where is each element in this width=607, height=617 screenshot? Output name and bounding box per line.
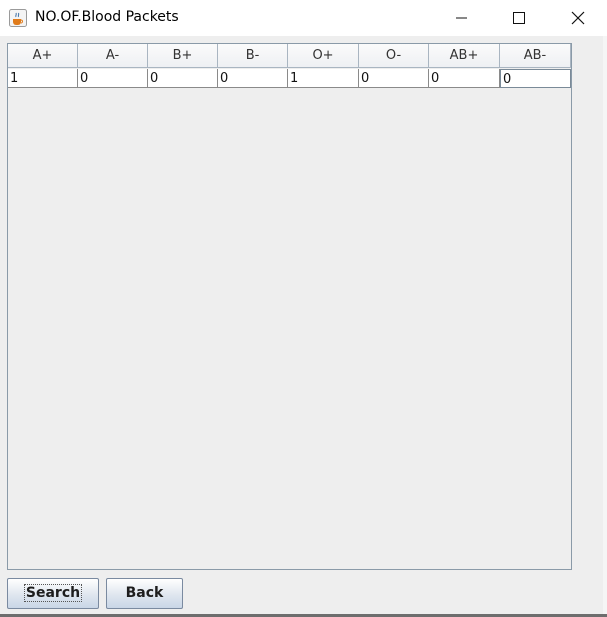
- table-cell[interactable]: 0: [148, 69, 218, 88]
- column-header-ab-pos[interactable]: AB+: [429, 44, 500, 68]
- table-header: A+ A- B+ B- O+ O- AB+ AB-: [8, 44, 571, 69]
- column-header-ab-neg[interactable]: AB-: [500, 44, 571, 68]
- java-coffee-icon: [9, 9, 27, 27]
- close-button[interactable]: [549, 0, 607, 36]
- application-window: NO.OF.Blood Packets A+ A- B+ B- O+ O- AB…: [0, 0, 607, 617]
- column-header-b-neg[interactable]: B-: [218, 44, 288, 68]
- column-header-a-pos[interactable]: A+: [8, 44, 78, 68]
- table-cell[interactable]: 0: [429, 69, 500, 88]
- table-cell-selected[interactable]: 0: [500, 69, 571, 88]
- column-header-a-neg[interactable]: A-: [78, 44, 148, 68]
- column-header-o-pos[interactable]: O+: [288, 44, 359, 68]
- column-header-b-pos[interactable]: B+: [148, 44, 218, 68]
- table-cell[interactable]: 1: [288, 69, 359, 88]
- table-cell[interactable]: 0: [218, 69, 288, 88]
- search-button-label: Search: [23, 584, 83, 602]
- table-cell[interactable]: 1: [8, 69, 78, 88]
- maximize-button[interactable]: [491, 0, 549, 36]
- table-cell[interactable]: 0: [359, 69, 429, 88]
- search-button[interactable]: Search: [7, 578, 99, 609]
- minimize-button[interactable]: [433, 0, 491, 36]
- close-icon: [571, 11, 585, 25]
- minimize-icon: [456, 17, 467, 19]
- table-cell[interactable]: 0: [78, 69, 148, 88]
- column-header-o-neg[interactable]: O-: [359, 44, 429, 68]
- maximize-icon: [513, 12, 525, 24]
- window-title: NO.OF.Blood Packets: [35, 9, 179, 25]
- table-row[interactable]: 1 0 0 0 1 0 0 0: [8, 69, 571, 88]
- back-button[interactable]: Back: [106, 578, 183, 609]
- window-edge: [603, 36, 607, 617]
- title-bar[interactable]: NO.OF.Blood Packets: [0, 0, 607, 37]
- table-scroll-pane[interactable]: A+ A- B+ B- O+ O- AB+ AB- 1 0 0 0 1 0 0 …: [7, 43, 572, 570]
